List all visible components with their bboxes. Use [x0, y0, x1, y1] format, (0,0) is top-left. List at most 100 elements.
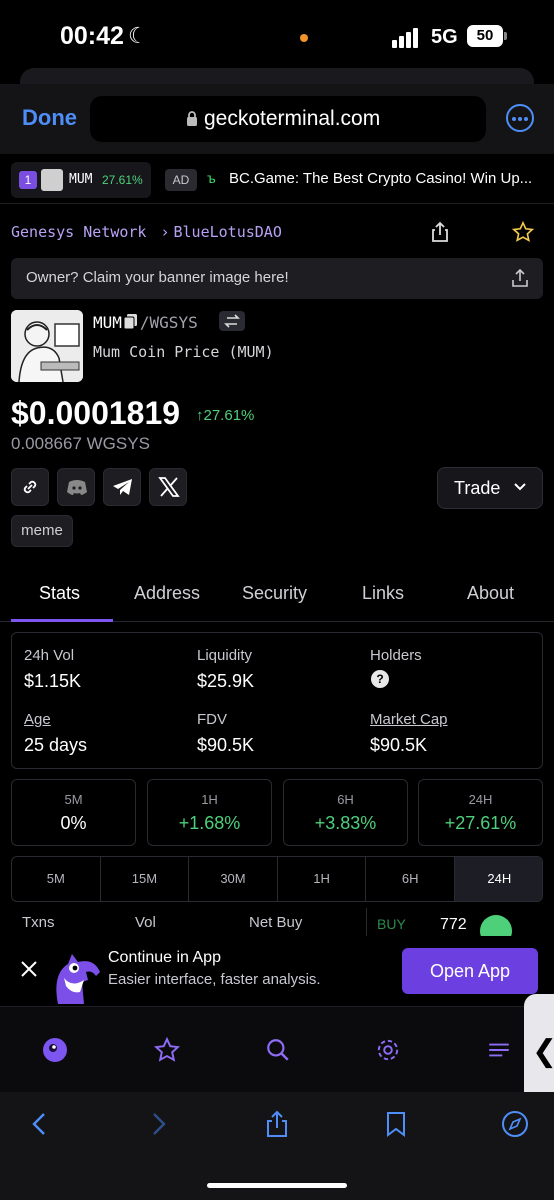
browser-bar: Done geckoterminal.com [0, 84, 554, 154]
share-icon[interactable] [430, 221, 450, 243]
age-value: 25 days [24, 735, 88, 755]
segment-1h[interactable]: 1H [278, 857, 367, 901]
interval-label: 6H [337, 792, 354, 807]
segment-6h[interactable]: 6H [366, 857, 455, 901]
tab-security[interactable]: Security [242, 583, 307, 604]
menu-icon[interactable] [486, 1037, 512, 1063]
active-tab-underline [11, 619, 113, 622]
lock-icon [187, 111, 197, 126]
ticker-token-pill[interactable]: 1 MUM 27.61% [11, 162, 151, 198]
ad-link[interactable]: BC.Game: The Best Crypto Casino! Win Up.… [229, 170, 532, 187]
buy-label: BUY [377, 916, 406, 932]
signal-icon [392, 28, 420, 48]
tab-address[interactable]: Address [134, 583, 200, 604]
x-button[interactable] [149, 468, 187, 506]
segment-5m[interactable]: 5M [12, 857, 101, 901]
tab-stats[interactable]: Stats [39, 583, 80, 604]
search-icon[interactable] [265, 1037, 291, 1063]
ad-badge: AD [165, 169, 197, 191]
liquidity-label: Liquidity [197, 647, 253, 664]
buy-sell-pie [480, 915, 512, 936]
trade-dropdown[interactable]: Trade [437, 467, 543, 509]
txns-label: Txns [22, 914, 55, 931]
interval-6h[interactable]: 6H +3.83% [283, 779, 408, 846]
compass-icon[interactable] [501, 1110, 529, 1138]
star-icon[interactable] [512, 221, 534, 243]
interval-value: 0% [60, 813, 87, 833]
help-icon[interactable]: ? [371, 670, 389, 688]
back-icon[interactable] [26, 1110, 54, 1138]
token-symbol: MUM [93, 313, 122, 332]
timeframe-selector: 5M 15M 30M 1H 6H 24H [11, 856, 543, 902]
bookmarks-icon[interactable] [382, 1110, 410, 1138]
interval-1h[interactable]: 1H +1.68% [147, 779, 272, 846]
status-time: 00:42 [60, 22, 124, 50]
interval-label: 24H [468, 792, 493, 807]
home-indicator [207, 1183, 347, 1188]
holders-label: Holders [370, 647, 422, 664]
interval-value: +3.83% [314, 813, 377, 833]
interval-5m[interactable]: 5M 0% [11, 779, 136, 846]
chevron-left-icon: ❮ [532, 1034, 554, 1069]
segment-15m[interactable]: 15M [101, 857, 190, 901]
market-cap-label[interactable]: Market Cap [370, 711, 448, 728]
token-description: Mum Coin Price (MUM) [93, 343, 274, 361]
tab-about[interactable]: About [467, 583, 514, 604]
link-button[interactable] [11, 468, 49, 506]
breadcrumb-separator: › [160, 223, 170, 241]
interval-value: +1.68% [178, 813, 241, 833]
discord-button[interactable] [57, 468, 95, 506]
segment-30m[interactable]: 30M [189, 857, 278, 901]
discord-icon [67, 480, 87, 495]
tag-meme[interactable]: meme [11, 515, 73, 547]
continue-in-app-banner: Continue in App Easier interface, faster… [0, 936, 554, 1006]
more-options-icon[interactable] [506, 104, 534, 132]
url-bar[interactable]: geckoterminal.com [90, 96, 486, 142]
interval-label: 5M [64, 792, 83, 807]
buy-count: 772 [440, 916, 467, 933]
breadcrumb: Genesys Network › BlueLotusDAO [11, 223, 282, 241]
token-avatar-small [41, 169, 63, 191]
interval-value: +27.61% [444, 813, 517, 833]
breadcrumb-dex[interactable]: BlueLotusDAO [174, 223, 282, 241]
open-app-button[interactable]: Open App [402, 948, 538, 994]
gear-icon[interactable] [375, 1037, 401, 1063]
ticker-change: 27.61% [102, 173, 143, 187]
mic-indicator-dot [300, 34, 308, 42]
vol-col-label: Vol [135, 914, 156, 931]
battery-tip [504, 32, 507, 40]
chevron-down-icon [514, 483, 526, 491]
bcgame-icon: ъ [207, 170, 216, 186]
watchlist-star-icon[interactable] [154, 1037, 180, 1063]
tab-bar: Stats Address Security Links About [0, 570, 554, 622]
vol-label: 24h Vol [24, 647, 75, 664]
upload-icon [512, 268, 528, 287]
breadcrumb-network[interactable]: Genesys Network [11, 223, 146, 241]
moon-icon: ☾ [128, 23, 148, 48]
forward-icon[interactable] [144, 1110, 172, 1138]
liquidity-value: $25.9K [197, 671, 255, 691]
bottom-nav [0, 1006, 554, 1092]
age-label[interactable]: Age [24, 711, 51, 728]
continue-subtitle: Easier interface, faster analysis. [108, 971, 321, 988]
continue-title: Continue in App [108, 949, 221, 966]
gecko-mascot-icon [56, 954, 100, 1004]
telegram-button[interactable] [103, 468, 141, 506]
link-icon [23, 480, 37, 494]
tab-links[interactable]: Links [362, 583, 404, 604]
gecko-home-icon[interactable] [42, 1037, 68, 1063]
close-icon[interactable] [20, 960, 38, 978]
status-bar: 00:42 ☾ 5G 50 [0, 0, 554, 78]
token-avatar [11, 310, 83, 382]
interval-24h[interactable]: 24H +27.61% [418, 779, 543, 846]
swap-icon[interactable] [219, 311, 245, 331]
copy-icon[interactable] [123, 314, 138, 330]
url-text: geckoterminal.com [204, 107, 381, 130]
done-button[interactable]: Done [22, 105, 77, 131]
fdv-value: $90.5K [197, 735, 255, 755]
claim-banner[interactable]: Owner? Claim your banner image here! [11, 258, 543, 299]
fdv-label: FDV [197, 711, 227, 728]
segment-24h[interactable]: 24H [455, 857, 542, 901]
share-icon[interactable] [263, 1110, 291, 1138]
claim-banner-text: Owner? Claim your banner image here! [26, 269, 289, 286]
